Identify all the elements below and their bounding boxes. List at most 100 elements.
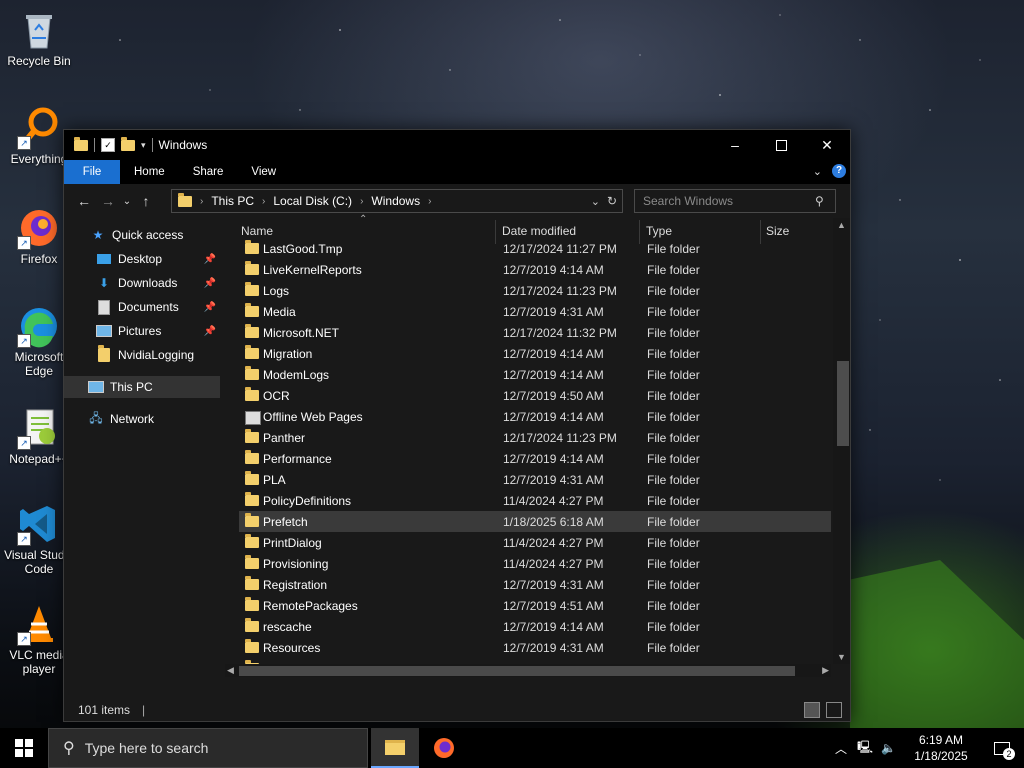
taskbar-firefox[interactable] (420, 728, 468, 768)
horizontal-scroll-thumb[interactable] (239, 666, 795, 676)
nav-pictures[interactable]: Pictures 📌 (64, 320, 220, 342)
vertical-scrollbar[interactable]: ▲ ▼ (833, 218, 850, 664)
breadcrumb-local-disk[interactable]: Local Disk (C:) (273, 194, 352, 208)
file-row[interactable]: OCR 12/7/2019 4:50 AM File folder (239, 385, 831, 406)
help-icon[interactable]: ? (832, 164, 846, 178)
file-type: File folder (647, 493, 700, 508)
close-button[interactable]: ✕ (804, 130, 850, 160)
scroll-right-arrow-icon[interactable]: ▶ (822, 665, 829, 676)
file-row[interactable]: ModemLogs 12/7/2019 4:14 AM File folder (239, 364, 831, 385)
computer-icon (88, 380, 104, 394)
forward-arrow-icon[interactable]: → (96, 193, 120, 209)
tab-file[interactable]: File (64, 160, 120, 184)
tab-view[interactable]: View (237, 160, 290, 184)
refresh-icon[interactable]: ↻ (607, 194, 617, 208)
file-row[interactable]: Panther 12/17/2024 11:23 PM File folder (239, 427, 831, 448)
file-row[interactable]: Resources 12/7/2019 4:31 AM File folder (239, 637, 831, 658)
file-row[interactable]: Prefetch 1/18/2025 6:18 AM File folder (239, 511, 831, 532)
file-row[interactable]: PrintDialog 11/4/2024 4:27 PM File folder (239, 532, 831, 553)
nav-nvidialogging[interactable]: NvidiaLogging (64, 344, 220, 366)
breadcrumb-windows[interactable]: Windows (371, 194, 420, 208)
nav-downloads[interactable]: ⬇ Downloads 📌 (64, 272, 220, 294)
customize-qat-icon[interactable]: ▾ (141, 140, 146, 151)
file-date-modified: 1/18/2025 6:18 AM (503, 514, 604, 529)
file-row[interactable]: Provisioning 11/4/2024 4:27 PM File folder (239, 553, 831, 574)
folder-icon (74, 136, 88, 151)
clock[interactable]: 6:19 AM 1/18/2025 (902, 732, 980, 764)
title-bar[interactable]: ✓ ▾ Windows – ✕ (64, 130, 850, 160)
nav-desktop[interactable]: Desktop 📌 (64, 248, 220, 270)
nav-this-pc[interactable]: This PC (64, 376, 220, 398)
minimize-button[interactable]: – (712, 130, 758, 160)
scroll-down-arrow-icon[interactable]: ▼ (837, 652, 846, 662)
file-name: Registration (263, 577, 328, 592)
horizontal-scrollbar[interactable]: ◀ ▶ (225, 664, 831, 677)
file-row[interactable]: Registration 12/7/2019 4:31 AM File folder (239, 574, 831, 595)
nav-network[interactable]: 🖧 Network (64, 408, 220, 430)
file-row[interactable]: PLA 12/7/2019 4:31 AM File folder (239, 469, 831, 490)
notification-center-button[interactable]: 2 (980, 728, 1024, 768)
file-date-modified: 12/7/2019 4:14 AM (503, 346, 604, 361)
breadcrumb-this-pc[interactable]: This PC (211, 194, 254, 208)
file-row[interactable]: Offline Web Pages 12/7/2019 4:14 AM File f… (239, 406, 831, 427)
search-input[interactable] (641, 193, 815, 209)
up-arrow-icon[interactable]: ↑ (134, 193, 158, 209)
chevron-right-icon[interactable]: › (428, 196, 431, 207)
taskbar-search-box[interactable]: ⚲ Type here to search (48, 728, 368, 768)
nav-label: NvidiaLogging (118, 348, 195, 362)
address-dropdown-icon[interactable]: ⌄ (591, 195, 600, 208)
chevron-right-icon[interactable]: › (200, 196, 203, 207)
show-hidden-icons-chevron-icon[interactable]: ︿ (835, 740, 847, 757)
desktop-icon-recycle-bin[interactable]: Recycle Bin (0, 8, 78, 68)
nav-documents[interactable]: Documents 📌 (64, 296, 220, 318)
scroll-up-arrow-icon[interactable]: ▲ (837, 220, 846, 230)
start-button[interactable] (0, 728, 48, 768)
pin-icon[interactable]: 📌 (204, 254, 216, 265)
file-row[interactable]: Performance 12/7/2019 4:14 AM File folder (239, 448, 831, 469)
file-row[interactable]: rescache 12/7/2019 4:14 AM File folder (239, 616, 831, 637)
folder-icon (245, 240, 259, 257)
shortcut-arrow-icon: ↗ (17, 236, 31, 250)
volume-muted-icon[interactable]: 🔈 (881, 741, 896, 755)
chevron-right-icon[interactable]: › (262, 196, 265, 207)
folder-icon (245, 555, 259, 572)
file-row[interactable]: Migration 12/7/2019 4:14 AM File folder (239, 343, 831, 364)
file-name: PrintDialog (263, 535, 322, 550)
file-row[interactable]: LiveKernelReports 12/7/2019 4:14 AM File f… (239, 259, 831, 280)
file-row[interactable]: RemotePackages 12/7/2019 4:51 AM File fold… (239, 595, 831, 616)
file-row[interactable]: Logs 12/17/2024 11:23 PM File folder (239, 280, 831, 301)
network-status-icon[interactable]: 🖳 (857, 738, 873, 759)
pin-icon[interactable]: 📌 (204, 302, 216, 313)
search-icon[interactable]: ⚲ (815, 194, 824, 208)
file-row[interactable]: Media 12/7/2019 4:31 AM File folder (239, 301, 831, 322)
file-row[interactable]: LastGood.Tmp 12/17/2024 11:27 PM File fold… (239, 238, 831, 259)
nav-quick-access[interactable]: ★ Quick access (64, 224, 220, 246)
vertical-scroll-thumb[interactable] (837, 361, 849, 446)
file-row[interactable]: PolicyDefinitions 11/4/2024 4:27 PM File f… (239, 490, 831, 511)
pin-icon[interactable]: 📌 (204, 326, 216, 337)
folder-icon (245, 366, 259, 383)
pin-icon[interactable]: 📌 (204, 278, 216, 289)
tab-share[interactable]: Share (179, 160, 238, 184)
folder-icon (245, 303, 259, 320)
properties-icon[interactable]: ✓ (101, 138, 115, 152)
file-name: PolicyDefinitions (263, 493, 352, 508)
expand-ribbon-icon[interactable]: ⌄ (813, 165, 822, 178)
maximize-button[interactable] (758, 130, 804, 160)
chevron-right-icon[interactable]: › (360, 196, 363, 207)
file-type: File folder (647, 430, 700, 445)
file-name: Logs (263, 283, 290, 298)
new-folder-icon[interactable] (121, 136, 135, 151)
search-box[interactable]: ⚲ (634, 189, 836, 213)
scroll-left-arrow-icon[interactable]: ◀ (227, 665, 234, 676)
clock-time: 6:19 AM (918, 733, 964, 747)
details-view-icon[interactable] (804, 702, 820, 718)
file-type: File folder (647, 514, 700, 529)
address-bar[interactable]: › This PC › Local Disk (C:) › Windows › … (171, 189, 623, 213)
back-arrow-icon[interactable]: ← (72, 193, 96, 209)
taskbar-file-explorer[interactable] (371, 728, 419, 768)
tab-home[interactable]: Home (120, 160, 179, 184)
large-icons-view-icon[interactable] (826, 702, 842, 718)
file-row[interactable]: Microsoft.NET 12/17/2024 11:32 PM File fol… (239, 322, 831, 343)
recent-locations-chevron-icon[interactable]: ⌄ (120, 196, 134, 207)
